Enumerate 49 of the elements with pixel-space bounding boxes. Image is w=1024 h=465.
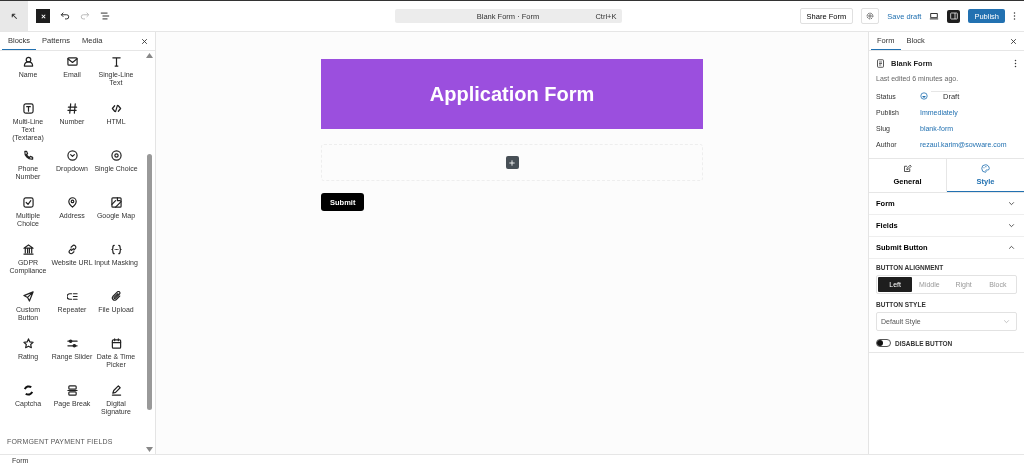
edit-icon bbox=[903, 164, 912, 173]
textarea-icon bbox=[22, 103, 34, 114]
palette-icon bbox=[981, 164, 990, 173]
hash-icon bbox=[66, 103, 78, 114]
chevron-icon bbox=[1008, 222, 1015, 229]
close-icon[interactable] bbox=[1010, 37, 1017, 45]
add-block-button[interactable] bbox=[505, 156, 519, 169]
close-icon[interactable] bbox=[141, 37, 148, 45]
form-title: Application Form bbox=[429, 82, 595, 106]
bank-icon bbox=[22, 244, 34, 255]
laptop-icon[interactable] bbox=[929, 11, 940, 21]
repeater-icon bbox=[66, 291, 78, 302]
plus-icon bbox=[508, 158, 516, 167]
page-break-icon bbox=[66, 385, 78, 396]
sidebar-toggle-button[interactable] bbox=[947, 9, 961, 23]
chevron-icon bbox=[1008, 200, 1015, 207]
location-pin-icon bbox=[66, 197, 78, 208]
pen-icon bbox=[110, 385, 122, 396]
checkbox-icon bbox=[22, 197, 34, 208]
close-button[interactable] bbox=[36, 9, 50, 23]
paperclip-icon bbox=[110, 291, 122, 302]
list-view-icon[interactable] bbox=[100, 11, 110, 21]
chevron-icon bbox=[1003, 318, 1010, 325]
gear-icon bbox=[866, 12, 875, 20]
sidebar-icon bbox=[949, 12, 958, 20]
chevron-circle-icon bbox=[66, 150, 78, 161]
code-icon bbox=[110, 103, 122, 114]
scroll-down-icon[interactable] bbox=[146, 447, 153, 452]
document-icon bbox=[876, 59, 885, 68]
person-icon bbox=[22, 56, 34, 67]
toggle-switch[interactable] bbox=[876, 339, 891, 347]
close-icon bbox=[39, 12, 47, 20]
envelope-icon bbox=[66, 56, 78, 67]
chevron-icon bbox=[1008, 244, 1015, 251]
settings-button[interactable] bbox=[861, 8, 880, 24]
scroll-up-icon[interactable] bbox=[146, 53, 153, 58]
link-icon bbox=[66, 244, 78, 255]
radio-icon bbox=[110, 150, 122, 161]
sliders-icon bbox=[66, 338, 78, 349]
calendar-icon bbox=[110, 338, 122, 349]
paper-plane-icon bbox=[22, 291, 34, 302]
status-icon bbox=[920, 92, 928, 100]
braces-icon bbox=[110, 244, 122, 255]
refresh-icon bbox=[22, 385, 34, 396]
phone-icon bbox=[22, 150, 34, 161]
star-icon bbox=[22, 338, 34, 349]
undo-icon[interactable] bbox=[60, 11, 70, 21]
scrollbar[interactable] bbox=[146, 53, 153, 452]
text-icon bbox=[110, 56, 122, 67]
